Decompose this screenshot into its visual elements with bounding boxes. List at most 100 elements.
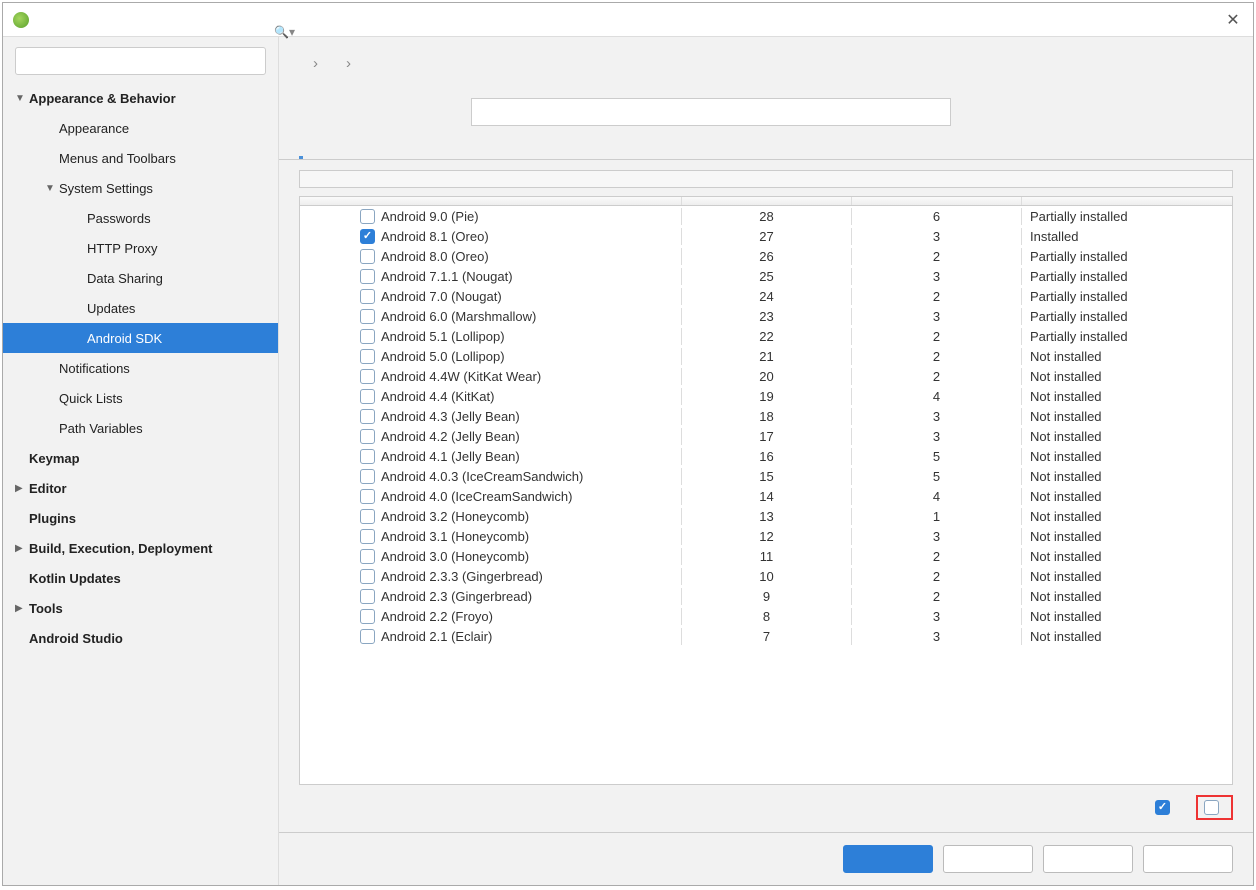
cell-api: 23 xyxy=(682,308,852,325)
row-checkbox[interactable] xyxy=(360,269,375,284)
cell-rev: 2 xyxy=(852,548,1022,565)
row-checkbox[interactable] xyxy=(360,249,375,264)
row-checkbox[interactable] xyxy=(360,609,375,624)
row-checkbox[interactable] xyxy=(360,469,375,484)
hide-obsolete-checkbox[interactable] xyxy=(1155,800,1170,815)
table-row[interactable]: Android 4.4W (KitKat Wear)202Not install… xyxy=(300,366,1232,386)
sidebar-item[interactable]: Passwords xyxy=(3,203,278,233)
tab-sdk-update-sites[interactable] xyxy=(343,140,347,159)
cell-name: Android 5.0 (Lollipop) xyxy=(300,348,682,365)
table-row[interactable]: Android 5.0 (Lollipop)212Not installed xyxy=(300,346,1232,366)
sidebar-item[interactable]: ▼System Settings xyxy=(3,173,278,203)
row-checkbox[interactable] xyxy=(360,229,375,244)
table-row[interactable]: Android 8.0 (Oreo)262Partially installed xyxy=(300,246,1232,266)
sidebar-item[interactable]: Quick Lists xyxy=(3,383,278,413)
cell-name: Android 4.4 (KitKat) xyxy=(300,388,682,405)
col-rev[interactable] xyxy=(852,197,1022,205)
row-name: Android 7.1.1 (Nougat) xyxy=(381,269,513,284)
row-checkbox[interactable] xyxy=(360,429,375,444)
sdk-location-row xyxy=(279,92,1253,140)
sidebar-item[interactable]: Keymap xyxy=(3,443,278,473)
table-row[interactable]: Android 3.2 (Honeycomb)131Not installed xyxy=(300,506,1232,526)
sidebar-item[interactable]: Data Sharing xyxy=(3,263,278,293)
table-body[interactable]: Android 9.0 (Pie)286Partially installedA… xyxy=(300,206,1232,784)
sidebar-item[interactable]: Updates xyxy=(3,293,278,323)
search-input[interactable] xyxy=(15,47,266,75)
show-details-option[interactable] xyxy=(1196,795,1233,820)
sidebar-item[interactable]: ▶Tools xyxy=(3,593,278,623)
cell-status: Not installed xyxy=(1022,508,1232,525)
table-row[interactable]: Android 2.3 (Gingerbread)92Not installed xyxy=(300,586,1232,606)
col-api[interactable] xyxy=(682,197,852,205)
table-row[interactable]: Android 3.1 (Honeycomb)123Not installed xyxy=(300,526,1232,546)
table-row[interactable]: Android 3.0 (Honeycomb)112Not installed xyxy=(300,546,1232,566)
row-name: Android 5.1 (Lollipop) xyxy=(381,329,505,344)
cell-rev: 2 xyxy=(852,588,1022,605)
row-checkbox[interactable] xyxy=(360,489,375,504)
row-checkbox[interactable] xyxy=(360,209,375,224)
sidebar-item[interactable]: Notifications xyxy=(3,353,278,383)
sidebar-item[interactable]: Menus and Toolbars xyxy=(3,143,278,173)
cell-status: Not installed xyxy=(1022,628,1232,645)
apply-button[interactable] xyxy=(1043,845,1133,873)
sidebar-item[interactable]: ▶Editor xyxy=(3,473,278,503)
table-row[interactable]: Android 7.0 (Nougat)242Partially install… xyxy=(300,286,1232,306)
sidebar-item[interactable]: Appearance xyxy=(3,113,278,143)
table-row[interactable]: Android 4.4 (KitKat)194Not installed xyxy=(300,386,1232,406)
table-row[interactable]: Android 2.3.3 (Gingerbread)102Not instal… xyxy=(300,566,1232,586)
table-row[interactable]: Android 4.1 (Jelly Bean)165Not installed xyxy=(300,446,1232,466)
row-checkbox[interactable] xyxy=(360,409,375,424)
sidebar-item[interactable]: HTTP Proxy xyxy=(3,233,278,263)
cell-rev: 3 xyxy=(852,628,1022,645)
sidebar-item-label: Android SDK xyxy=(87,331,278,346)
tab-sdk-platforms[interactable] xyxy=(299,140,303,159)
row-checkbox[interactable] xyxy=(360,389,375,404)
row-checkbox[interactable] xyxy=(360,529,375,544)
sidebar-item[interactable]: Plugins xyxy=(3,503,278,533)
table-row[interactable]: Android 4.0.3 (IceCreamSandwich)155Not i… xyxy=(300,466,1232,486)
close-icon[interactable]: ✕ xyxy=(1223,10,1243,30)
row-checkbox[interactable] xyxy=(360,589,375,604)
cell-name: Android 2.3 (Gingerbread) xyxy=(300,588,682,605)
row-checkbox[interactable] xyxy=(360,349,375,364)
show-details-checkbox[interactable] xyxy=(1204,800,1219,815)
row-checkbox[interactable] xyxy=(360,309,375,324)
sidebar-item[interactable]: Android SDK xyxy=(3,323,278,353)
row-checkbox[interactable] xyxy=(360,289,375,304)
col-status[interactable] xyxy=(1022,197,1232,205)
table-row[interactable]: Android 4.2 (Jelly Bean)173Not installed xyxy=(300,426,1232,446)
table-row[interactable]: Android 2.1 (Eclair)73Not installed xyxy=(300,626,1232,646)
sidebar-item[interactable]: ▶Build, Execution, Deployment xyxy=(3,533,278,563)
table-row[interactable]: Android 2.2 (Froyo)83Not installed xyxy=(300,606,1232,626)
table-row[interactable]: Android 7.1.1 (Nougat)253Partially insta… xyxy=(300,266,1232,286)
row-checkbox[interactable] xyxy=(360,369,375,384)
sidebar-item[interactable]: Path Variables xyxy=(3,413,278,443)
sidebar-item[interactable]: Android Studio xyxy=(3,623,278,653)
table-row[interactable]: Android 6.0 (Marshmallow)233Partially in… xyxy=(300,306,1232,326)
table-row[interactable]: Android 9.0 (Pie)286Partially installed xyxy=(300,206,1232,226)
row-checkbox[interactable] xyxy=(360,549,375,564)
sidebar-item[interactable]: Kotlin Updates xyxy=(3,563,278,593)
sidebar-item-label: Android Studio xyxy=(29,631,278,646)
table-row[interactable]: Android 5.1 (Lollipop)222Partially insta… xyxy=(300,326,1232,346)
sdk-location-input[interactable] xyxy=(471,98,951,126)
tab-sdk-tools[interactable] xyxy=(321,140,325,159)
help-button[interactable] xyxy=(1143,845,1233,873)
table-row[interactable]: Android 4.3 (Jelly Bean)183Not installed xyxy=(300,406,1232,426)
sidebar-item-label: Plugins xyxy=(29,511,278,526)
cell-rev: 6 xyxy=(852,208,1022,225)
row-checkbox[interactable] xyxy=(360,569,375,584)
row-checkbox[interactable] xyxy=(360,509,375,524)
row-checkbox[interactable] xyxy=(360,329,375,344)
hide-obsolete-option[interactable] xyxy=(1155,800,1176,815)
cell-status: Not installed xyxy=(1022,468,1232,485)
row-checkbox[interactable] xyxy=(360,449,375,464)
col-name[interactable] xyxy=(300,197,682,205)
cell-rev: 5 xyxy=(852,468,1022,485)
sidebar-item[interactable]: ▼Appearance & Behavior xyxy=(3,83,278,113)
ok-button[interactable] xyxy=(843,845,933,873)
cancel-button[interactable] xyxy=(943,845,1033,873)
table-row[interactable]: Android 4.0 (IceCreamSandwich)144Not ins… xyxy=(300,486,1232,506)
table-row[interactable]: Android 8.1 (Oreo)273Installed xyxy=(300,226,1232,246)
row-checkbox[interactable] xyxy=(360,629,375,644)
